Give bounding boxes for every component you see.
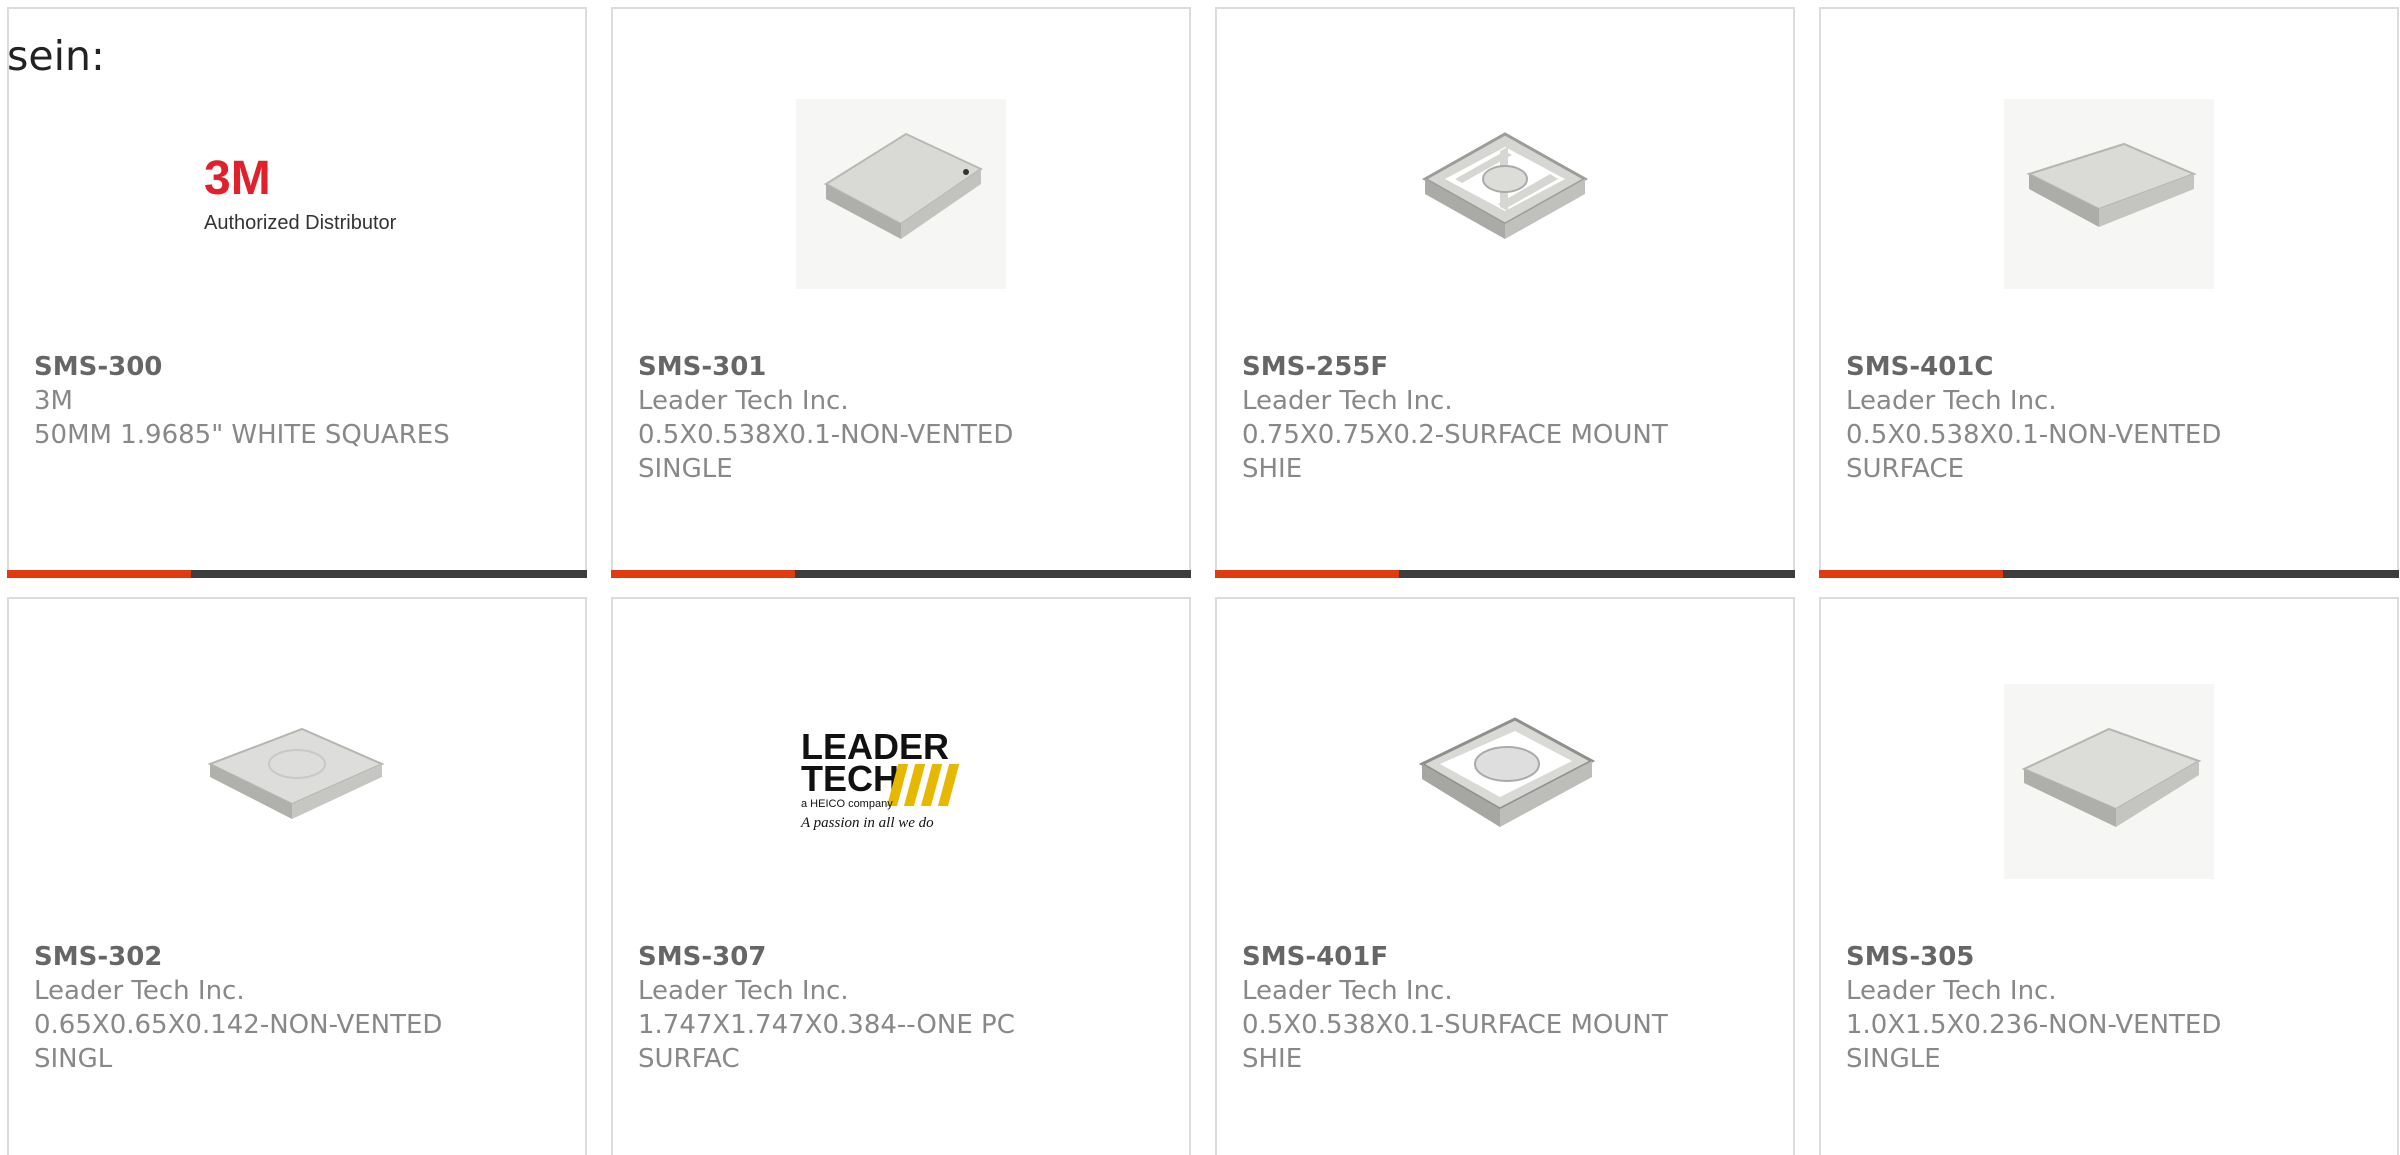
part-number[interactable]: SMS-307	[638, 940, 1169, 974]
product-info: SMS-307 Leader Tech Inc. 1.747X1.747X0.3…	[638, 940, 1169, 1076]
product-card[interactable]: LEADER TECH a HEICO company A passion in…	[611, 597, 1191, 1155]
part-number[interactable]: SMS-401C	[1846, 350, 2377, 384]
shield-frame-cross-image	[1421, 132, 1589, 239]
product-card[interactable]: SMS-401C Leader Tech Inc. 0.5X0.538X0.1-…	[1819, 7, 2399, 578]
svg-text:Authorized Distributor: Authorized Distributor	[204, 212, 397, 234]
card-bottom-bar	[7, 570, 587, 578]
part-number[interactable]: SMS-301	[638, 350, 1169, 384]
product-card[interactable]: SMS-255F Leader Tech Inc. 0.75X0.75X0.2-…	[1215, 7, 1795, 578]
description: 0.75X0.75X0.2-SURFACE MOUNT SHIE	[1242, 420, 1668, 484]
svg-text:a HEICO company: a HEICO company	[801, 798, 893, 810]
product-image[interactable]: 3M Authorized Distributor	[9, 79, 585, 299]
card-bottom-bar	[1215, 570, 1795, 578]
product-info: SMS-301 Leader Tech Inc. 0.5X0.538X0.1-N…	[638, 350, 1169, 486]
description: 0.65X0.65X0.142-NON-VENTED SINGL	[34, 1010, 443, 1074]
manufacturer: Leader Tech Inc.	[1242, 386, 1453, 416]
manufacturer: Leader Tech Inc.	[1846, 386, 2057, 416]
product-info: SMS-305 Leader Tech Inc. 1.0X1.5X0.236-N…	[1846, 940, 2377, 1076]
product-info: SMS-255F Leader Tech Inc. 0.75X0.75X0.2-…	[1242, 350, 1773, 486]
description: 1.747X1.747X0.384--ONE PC SURFAC	[638, 1010, 1015, 1074]
description: 0.5X0.538X0.1-NON-VENTED SURFACE	[1846, 420, 2222, 484]
description: 0.5X0.538X0.1-SURFACE MOUNT SHIE	[1242, 1010, 1668, 1074]
description: 1.0X1.5X0.236-NON-VENTED SINGLE	[1846, 1010, 2222, 1074]
description: 50MM 1.9685" WHITE SQUARES	[34, 420, 450, 450]
manufacturer: Leader Tech Inc.	[1242, 976, 1453, 1006]
product-info: SMS-401C Leader Tech Inc. 0.5X0.538X0.1-…	[1846, 350, 2377, 486]
shield-can-flat-image	[207, 727, 385, 819]
card-accent-bar	[1819, 570, 2003, 578]
manufacturer: Leader Tech Inc.	[34, 976, 245, 1006]
svg-text:A passion in all we do: A passion in all we do	[800, 815, 934, 831]
card-bottom-bar	[611, 570, 1191, 578]
product-image[interactable]	[1821, 669, 2397, 889]
svg-text:3M: 3M	[204, 152, 271, 205]
description: 0.5X0.538X0.1-NON-VENTED SINGLE	[638, 420, 1014, 484]
product-image[interactable]	[1217, 669, 1793, 889]
product-grid-page: sein: 3M Authorized Distributor SMS-300 …	[0, 0, 2400, 1155]
part-number[interactable]: SMS-300	[34, 350, 565, 384]
product-card[interactable]: 3M Authorized Distributor SMS-300 3M 50M…	[7, 7, 587, 578]
svg-text:TECH: TECH	[801, 758, 899, 799]
part-number[interactable]: SMS-305	[1846, 940, 2377, 974]
product-card[interactable]: SMS-305 Leader Tech Inc. 1.0X1.5X0.236-N…	[1819, 597, 2399, 1155]
3m-authorized-distributor-logo: 3M Authorized Distributor	[204, 152, 397, 234]
card-accent-bar	[1215, 570, 1399, 578]
product-info: SMS-302 Leader Tech Inc. 0.65X0.65X0.142…	[34, 940, 565, 1076]
manufacturer: Leader Tech Inc.	[638, 386, 849, 416]
leader-tech-logo: LEADER TECH a HEICO company A passion in…	[800, 726, 960, 831]
product-image[interactable]	[9, 669, 585, 889]
part-number[interactable]: SMS-255F	[1242, 350, 1773, 384]
part-number[interactable]: SMS-401F	[1242, 940, 1773, 974]
manufacturer: Leader Tech Inc.	[1846, 976, 2057, 1006]
product-image[interactable]	[1217, 79, 1793, 299]
shield-cover-image	[2004, 99, 2214, 289]
product-image[interactable]	[1821, 79, 2397, 299]
product-image[interactable]	[613, 79, 1189, 299]
shield-can-closed-image	[796, 99, 1006, 289]
card-accent-bar	[7, 570, 191, 578]
card-accent-bar	[611, 570, 795, 578]
product-card[interactable]: SMS-301 Leader Tech Inc. 0.5X0.538X0.1-N…	[611, 7, 1191, 578]
manufacturer: 3M	[34, 386, 73, 416]
manufacturer: Leader Tech Inc.	[638, 976, 849, 1006]
shield-frame-disc-image	[1418, 717, 1596, 827]
product-image[interactable]: LEADER TECH a HEICO company A passion in…	[613, 669, 1189, 889]
product-card[interactable]: SMS-302 Leader Tech Inc. 0.65X0.65X0.142…	[7, 597, 587, 1155]
shield-can-rect-image	[2004, 684, 2214, 879]
product-card[interactable]: SMS-401F Leader Tech Inc. 0.5X0.538X0.1-…	[1215, 597, 1795, 1155]
product-info: SMS-300 3M 50MM 1.9685" WHITE SQUARES	[34, 350, 565, 452]
product-info: SMS-401F Leader Tech Inc. 0.5X0.538X0.1-…	[1242, 940, 1773, 1076]
card-bottom-bar	[1819, 570, 2399, 578]
part-number[interactable]: SMS-302	[34, 940, 565, 974]
prefix-text: sein:	[7, 32, 105, 80]
